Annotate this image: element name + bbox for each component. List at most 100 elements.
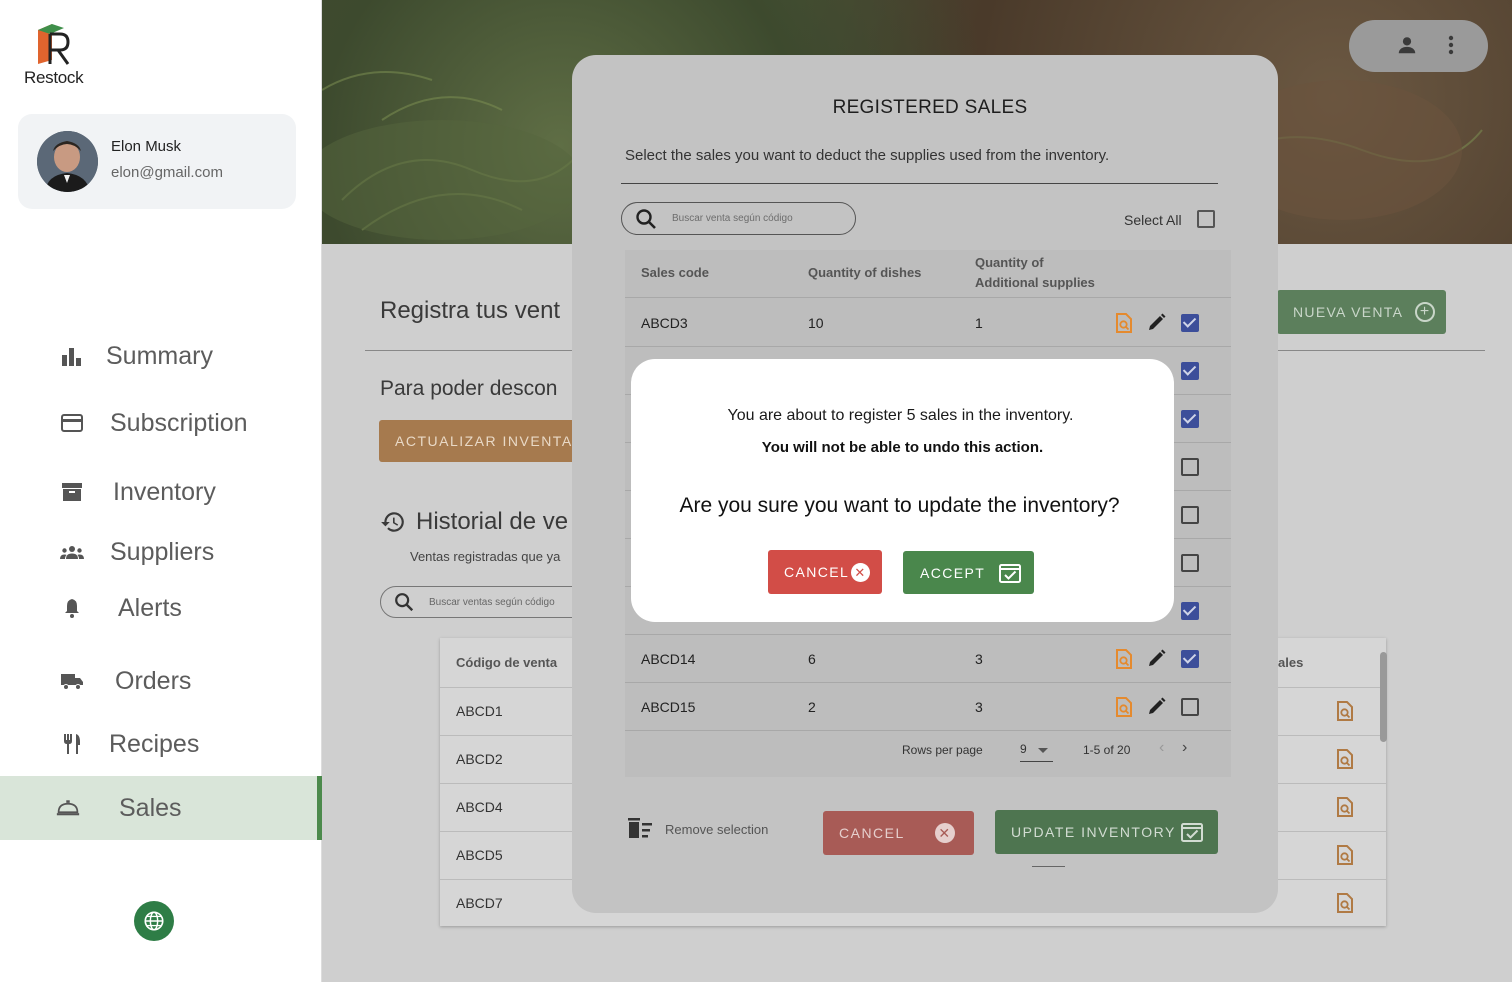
rows-per-page-label: Rows per page bbox=[902, 743, 983, 757]
pagination-range: 1-5 of 20 bbox=[1083, 743, 1131, 757]
sidebar-item-sales[interactable]: Sales bbox=[0, 776, 322, 840]
calendar-check-icon bbox=[999, 564, 1021, 583]
app-name: Restock bbox=[24, 68, 84, 87]
row-supplies: 3 bbox=[975, 651, 983, 667]
sidebar-item-label: Inventory bbox=[113, 477, 216, 506]
edit-pencil-icon[interactable] bbox=[1147, 696, 1167, 716]
search-icon bbox=[395, 593, 414, 612]
col-header-sales-code: Sales code bbox=[641, 265, 709, 280]
view-receipt-icon[interactable] bbox=[1335, 796, 1355, 818]
close-circle-icon: ✕ bbox=[935, 823, 955, 843]
view-receipt-icon[interactable] bbox=[1114, 696, 1134, 718]
row-checkbox[interactable] bbox=[1181, 506, 1199, 524]
row-checkbox-checked[interactable] bbox=[1181, 650, 1199, 668]
history-title: Historial de ve bbox=[416, 508, 569, 535]
chevron-down-icon bbox=[1038, 748, 1048, 753]
view-receipt-icon[interactable] bbox=[1335, 700, 1355, 722]
table-row[interactable]: ABCD14 6 3 bbox=[625, 635, 1231, 683]
app-logo[interactable]: Restock bbox=[24, 20, 94, 88]
sidebar-item-label: Summary bbox=[106, 341, 213, 370]
edit-pencil-icon[interactable] bbox=[1147, 648, 1167, 668]
row-sales-code: ABCD3 bbox=[641, 315, 688, 331]
update-inventory-button[interactable]: UPDATE INVENTORY bbox=[995, 810, 1218, 854]
sidebar-item-alerts[interactable]: Alerts bbox=[0, 577, 322, 639]
view-receipt-icon[interactable] bbox=[1335, 748, 1355, 770]
close-circle-icon: ✕ bbox=[851, 563, 870, 582]
row-code: ABCD7 bbox=[456, 895, 503, 911]
confirm-message: You are about to register 5 sales in the… bbox=[727, 407, 1074, 424]
row-checkbox-checked[interactable] bbox=[1181, 362, 1199, 380]
row-checkbox[interactable] bbox=[1181, 458, 1199, 476]
sidebar-item-suppliers[interactable]: Suppliers bbox=[0, 521, 322, 583]
restock-logo-icon bbox=[38, 24, 70, 65]
new-sale-button[interactable]: NUEVA VENTA + bbox=[1277, 290, 1446, 334]
rows-per-page-select[interactable]: 9 bbox=[1020, 740, 1053, 762]
sidebar-item-label: Sales bbox=[119, 793, 182, 822]
sales-search-input[interactable]: Buscar venta según código bbox=[621, 202, 856, 235]
history-search-placeholder: Buscar ventas según código bbox=[429, 596, 555, 608]
group-icon bbox=[60, 540, 84, 564]
select-all-checkbox[interactable] bbox=[1197, 210, 1215, 228]
confirm-cancel-button[interactable]: CANCEL ✕ bbox=[768, 550, 882, 594]
divider bbox=[1032, 866, 1065, 867]
utensils-icon bbox=[60, 732, 84, 756]
history-scrollbar[interactable] bbox=[1380, 652, 1387, 742]
user-email: elon@gmail.com bbox=[111, 164, 223, 181]
modal-cancel-button[interactable]: CANCEL ✕ bbox=[823, 811, 974, 855]
sidebar-item-summary[interactable]: Summary bbox=[0, 325, 322, 387]
chevron-left-icon[interactable]: ‹ bbox=[1159, 739, 1164, 757]
col-header-supplies-line2: Additional supplies bbox=[975, 275, 1095, 290]
sidebar-item-subscription[interactable]: Subscription bbox=[0, 392, 322, 454]
history-subtitle: Ventas registradas que ya bbox=[410, 549, 561, 564]
sidebar-item-label: Alerts bbox=[118, 593, 182, 622]
chevron-right-icon[interactable]: › bbox=[1182, 739, 1187, 757]
row-dishes: 10 bbox=[808, 315, 824, 331]
table-pagination: Rows per page 9 1-5 of 20 ‹ › bbox=[625, 730, 1231, 777]
edit-pencil-icon[interactable] bbox=[1147, 312, 1167, 332]
room-service-icon bbox=[56, 796, 80, 820]
cancel-label: CANCEL bbox=[784, 564, 850, 580]
table-row[interactable]: ABCD3 10 1 bbox=[625, 299, 1231, 347]
more-vert-icon[interactable] bbox=[1441, 34, 1461, 56]
sidebar-item-label: Suppliers bbox=[110, 537, 215, 566]
page-title: Registra tus vent bbox=[380, 297, 561, 324]
row-checkbox-checked[interactable] bbox=[1181, 410, 1199, 428]
user-profile-card[interactable]: Elon Musk elon@gmail.com bbox=[18, 114, 296, 209]
user-photo bbox=[37, 131, 98, 192]
language-button[interactable] bbox=[134, 901, 174, 941]
row-code: ABCD4 bbox=[456, 799, 503, 815]
view-receipt-icon[interactable] bbox=[1114, 648, 1134, 670]
archive-box-icon bbox=[60, 480, 84, 504]
person-icon[interactable] bbox=[1396, 34, 1418, 56]
globe-icon bbox=[144, 911, 164, 931]
update-inventory-bg-button[interactable]: ACTUALIZAR INVENTAR bbox=[379, 420, 599, 462]
user-name: Elon Musk bbox=[111, 138, 182, 155]
sidebar-item-orders[interactable]: Orders bbox=[0, 650, 322, 712]
top-user-menu[interactable] bbox=[1349, 20, 1488, 72]
sidebar-item-label: Subscription bbox=[110, 408, 248, 437]
row-dishes: 6 bbox=[808, 651, 816, 667]
row-code: ABCD5 bbox=[456, 847, 503, 863]
modal-title: REGISTERED SALES bbox=[832, 97, 1028, 118]
sidebar-item-inventory[interactable]: Inventory bbox=[0, 461, 322, 523]
remove-selection-button[interactable]: Remove selection bbox=[626, 817, 768, 841]
row-checkbox[interactable] bbox=[1181, 554, 1199, 572]
cancel-label: CANCEL bbox=[839, 825, 905, 841]
history-heading: Historial de ve bbox=[380, 508, 568, 536]
view-receipt-icon[interactable] bbox=[1114, 312, 1134, 334]
row-checkbox[interactable] bbox=[1181, 698, 1199, 716]
add-circle-icon: + bbox=[1415, 302, 1436, 322]
row-checkbox-checked[interactable] bbox=[1181, 602, 1199, 620]
view-receipt-icon[interactable] bbox=[1335, 844, 1355, 866]
table-row[interactable]: ABCD15 2 3 bbox=[625, 683, 1231, 731]
view-receipt-icon[interactable] bbox=[1335, 892, 1355, 914]
select-all-label: Select All bbox=[1124, 212, 1182, 228]
confirm-accept-button[interactable]: ACCEPT bbox=[903, 551, 1034, 594]
sidebar-item-recipes[interactable]: Recipes bbox=[0, 713, 322, 775]
rows-per-page-value: 9 bbox=[1020, 742, 1027, 756]
col-header-code: Código de venta bbox=[456, 655, 558, 670]
sidebar: Restock Elon Musk elon@gmail.com Summary… bbox=[0, 0, 322, 982]
divider bbox=[621, 183, 1218, 184]
row-checkbox-checked[interactable] bbox=[1181, 314, 1199, 332]
accept-label: ACCEPT bbox=[920, 564, 986, 581]
